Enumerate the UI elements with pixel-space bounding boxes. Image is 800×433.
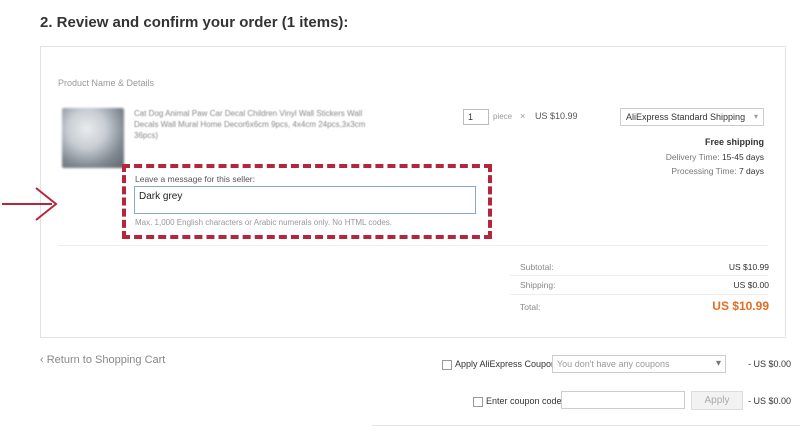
section-title: 2. Review and confirm your order (1 item…	[40, 14, 349, 31]
coupon-discount: - US $0.00	[748, 359, 792, 369]
quantity-input[interactable]	[463, 109, 489, 125]
processing-time-value: 7 days	[738, 166, 764, 176]
seller-message-textarea[interactable]: Dark grey	[134, 186, 476, 214]
delivery-time-row: Delivery Time: 15-45 days	[600, 152, 764, 162]
enter-coupon-label: Enter coupon code:	[486, 396, 565, 406]
product-thumbnail[interactable]	[62, 108, 124, 168]
coupon-select[interactable]: You don't have any coupons ▾	[552, 355, 726, 373]
shipping-label: Shipping:	[520, 280, 556, 290]
footer-divider	[372, 425, 800, 426]
summary-divider	[510, 275, 768, 276]
apply-coupon-label: Apply AliExpress Coupon:	[455, 359, 559, 369]
multiply-symbol: ×	[520, 111, 526, 121]
apply-coupon-button[interactable]: Apply	[691, 391, 743, 410]
delivery-time-value: 15-45 days	[721, 152, 764, 162]
summary-divider	[510, 294, 768, 295]
message-hint: Max. 1,000 English characters or Arabic …	[135, 218, 392, 227]
chevron-down-icon: ▾	[753, 112, 758, 121]
free-shipping-label: Free shipping	[704, 137, 764, 147]
chevron-down-icon: ▾	[715, 358, 721, 369]
coupon-code-input[interactable]	[561, 391, 685, 409]
total-label: Total:	[520, 302, 541, 312]
total-value: US $10.99	[712, 299, 769, 313]
unit-price: US $10.99	[535, 111, 578, 121]
return-to-cart-link[interactable]: ‹ Return to Shopping Cart	[40, 354, 165, 366]
enter-coupon-checkbox[interactable]	[473, 397, 483, 407]
apply-coupon-checkbox[interactable]	[442, 360, 452, 370]
coupon-select-value: You don't have any coupons	[557, 359, 670, 369]
message-label: Leave a message for this seller:	[135, 174, 256, 184]
quantity-unit: piece	[493, 112, 513, 121]
processing-time-label: Processing Time:	[671, 166, 737, 176]
shipping-method-select[interactable]: AliExpress Standard Shipping ▾	[620, 108, 764, 126]
shipping-method-value: AliExpress Standard Shipping	[626, 112, 746, 122]
code-discount: - US $0.00	[748, 396, 792, 406]
product-name-link[interactable]: Cat Dog Animal Paw Car Decal Children Vi…	[134, 108, 384, 141]
subtotal-label: Subtotal:	[520, 262, 554, 272]
delivery-time-label: Delivery Time:	[665, 152, 720, 162]
processing-time-row: Processing Time: 7 days	[600, 166, 764, 176]
divider	[58, 245, 768, 246]
subtotal-value: US $10.99	[728, 262, 769, 272]
shipping-value: US $0.00	[733, 280, 769, 290]
arrow-right-icon	[2, 187, 58, 221]
column-header-product: Product Name & Details	[58, 78, 155, 88]
